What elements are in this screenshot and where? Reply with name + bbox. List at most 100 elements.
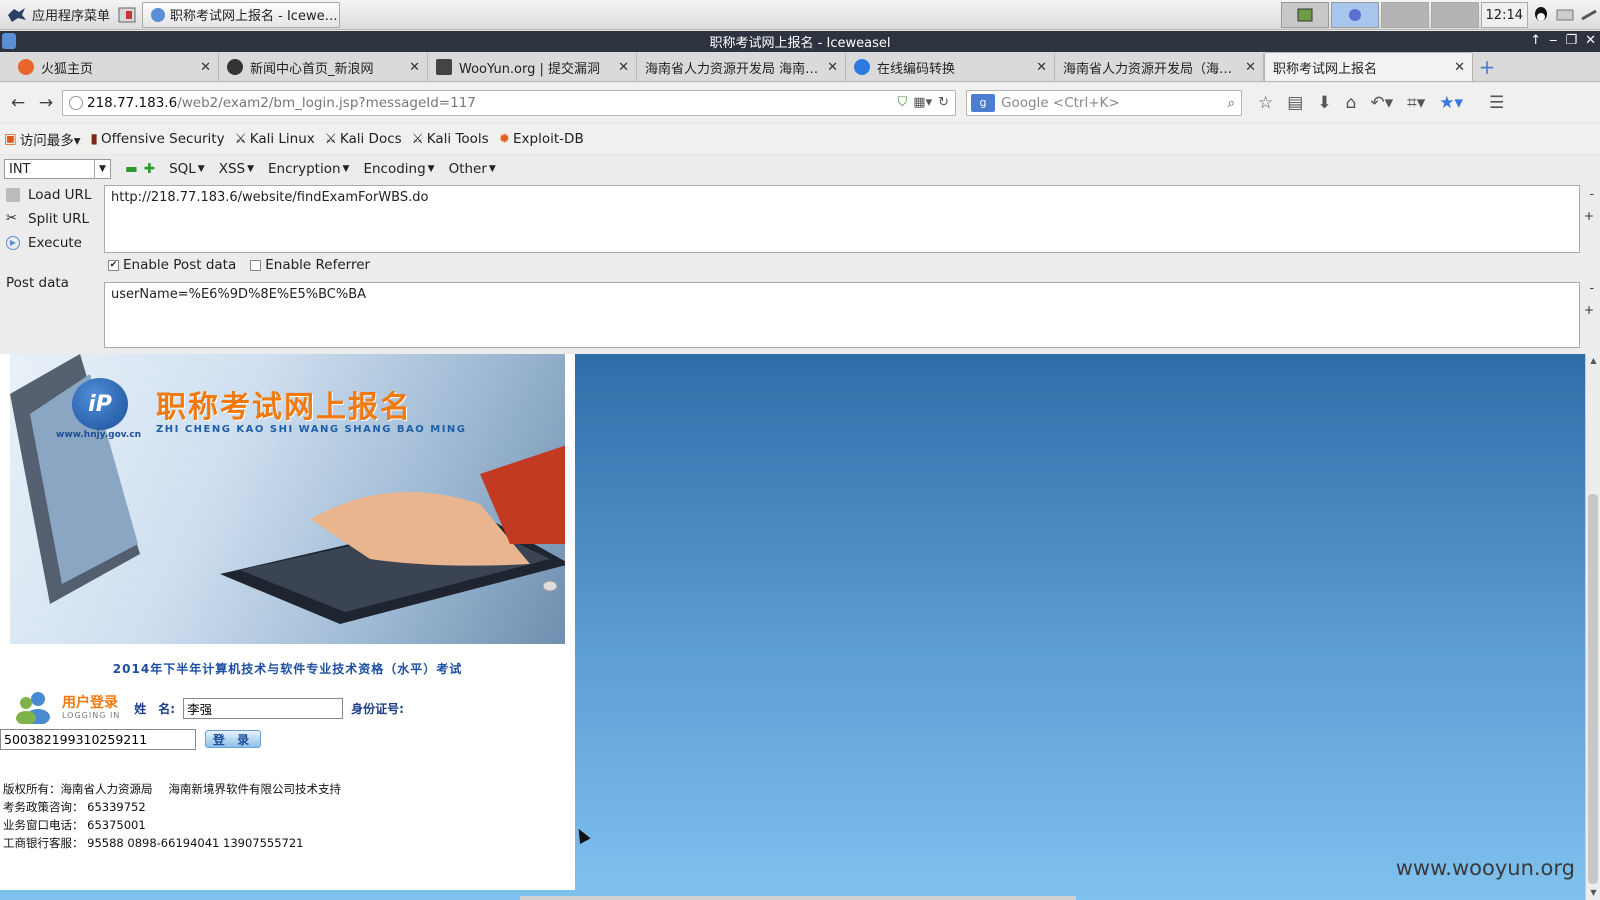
menu-xss[interactable]: XSS ▼ — [219, 161, 254, 177]
shield-icon[interactable]: ⛉ — [898, 95, 908, 110]
id-number-input[interactable]: 500382199310259211 — [0, 729, 196, 750]
vertical-scrollbar[interactable]: ▲ ▼ — [1585, 354, 1600, 900]
workspace-3[interactable] — [1380, 2, 1429, 28]
bookmark-kali-linux[interactable]: ⚔ Kali Linux — [235, 131, 315, 147]
network-icon[interactable] — [1578, 4, 1600, 26]
bookmarks-toolbar: ▣ 访问最多▾ ▮ Offensive Security ⚔ Kali Linu… — [0, 124, 1600, 154]
workspace-1[interactable] — [1280, 2, 1329, 28]
menu-other[interactable]: Other ▼ — [449, 161, 496, 177]
checkbox-checked-icon: ✔ — [108, 259, 119, 271]
offsec-icon: ▮ — [90, 131, 98, 147]
window-maximize-icon[interactable]: ❐ — [1565, 33, 1577, 48]
login-heading-cn: 用户登录 — [62, 695, 118, 712]
bookmark-kali-docs[interactable]: ⚔ Kali Docs — [325, 131, 402, 147]
reading-list-icon[interactable]: ▤ — [1287, 93, 1303, 113]
post-area-shrink[interactable]: - — [1590, 281, 1594, 295]
window-close-icon[interactable]: ✕ — [1585, 33, 1596, 48]
menu-encoding[interactable]: Encoding ▼ — [363, 161, 434, 177]
new-tab-plus-icon[interactable]: + — [1473, 53, 1501, 81]
taskbar-window-button[interactable]: 职称考试网上报名 - Icewe… — [142, 1, 341, 28]
search-input[interactable]: Google <Ctrl+K> — [1001, 95, 1120, 111]
site-identity-icon[interactable] — [69, 95, 83, 110]
firefox-icon — [18, 59, 34, 75]
tab-encoding-convert[interactable]: 在线编码转换 ✕ — [846, 53, 1055, 81]
login-button[interactable]: 登 录 — [205, 730, 261, 748]
workspace-2[interactable] — [1330, 2, 1379, 28]
users-icon — [14, 690, 54, 727]
undo-icon[interactable]: ↶▾ — [1370, 93, 1393, 113]
tab-firefox-home[interactable]: 火狐主页 ✕ — [10, 53, 219, 81]
reload-icon[interactable]: ↻ — [938, 95, 949, 110]
scrollbar-thumb[interactable] — [1588, 494, 1598, 884]
google-search-engine-icon[interactable]: g — [971, 93, 995, 112]
app-menu-icon — [6, 4, 28, 26]
bookmark-label: Kali Docs — [339, 131, 402, 147]
decrease-icon[interactable]: ▬ — [125, 161, 138, 177]
show-desktop-icon[interactable] — [116, 4, 138, 26]
search-bar[interactable]: g Google <Ctrl+K> ⌕ — [966, 89, 1242, 116]
tab-sina-news[interactable]: 新闻中心首页_新浪网 ✕ — [219, 53, 428, 81]
qr-code-icon[interactable]: ▦▾ — [913, 95, 932, 110]
url-path: /web2/exam2/bm_login.jsp?messageId=117 — [177, 94, 476, 111]
app-menu-button[interactable]: 应用程序菜单 — [0, 1, 116, 29]
url-bar[interactable]: 218.77.183.6/web2/exam2/bm_login.jsp?mes… — [62, 89, 956, 116]
execute-button[interactable]: ▶ Execute — [4, 231, 100, 255]
forward-arrow-icon[interactable]: → — [34, 90, 58, 116]
system-tray: 12:14 — [1280, 1, 1600, 29]
window-always-on-top-icon[interactable]: ↑ — [1530, 33, 1541, 48]
post-data-textarea[interactable]: userName=%E6%9D%8E%E5%BC%BA — [104, 282, 1580, 348]
tab-hainan-hr-2[interactable]: 海南省人力资源开发局（海… ✕ — [1055, 53, 1264, 81]
tab-close-icon[interactable]: ✕ — [200, 60, 211, 75]
tab-close-icon[interactable]: ✕ — [1454, 60, 1465, 75]
page-footer: 版权所有：海南省人力资源局 海南新境界软件有限公司技术支持 考务政策咨询： 653… — [3, 780, 341, 852]
hackbar-url-textarea[interactable]: http://218.77.183.6/website/findExamForW… — [104, 185, 1580, 253]
keyboard-icon[interactable] — [1554, 4, 1576, 26]
increase-icon[interactable]: ✚ — [144, 161, 155, 177]
post-area-grow[interactable]: + — [1584, 303, 1594, 317]
menu-label: Other — [448, 161, 487, 177]
magnifier-icon[interactable]: ⌕ — [1227, 95, 1235, 111]
bookmark-most-visited[interactable]: ▣ 访问最多▾ — [4, 129, 81, 149]
enable-referrer-checkbox[interactable]: Enable Referrer — [250, 257, 370, 273]
url-area-grow[interactable]: + — [1584, 209, 1594, 223]
menu-label: Encoding — [363, 161, 426, 177]
bookmark-star-icon[interactable]: ☆ — [1258, 93, 1273, 113]
horizontal-scrollbar[interactable] — [520, 896, 1076, 900]
split-url-button[interactable]: ✂ Split URL — [4, 207, 100, 231]
tab-close-icon[interactable]: ✕ — [827, 60, 838, 75]
scroll-up-icon[interactable]: ▲ — [1586, 354, 1600, 368]
window-minimize-icon[interactable]: ‒ — [1549, 33, 1557, 48]
name-input[interactable]: 李强 — [183, 698, 344, 719]
addon-star-icon[interactable]: ★▾ — [1439, 93, 1463, 113]
home-icon[interactable]: ⌂ — [1346, 93, 1357, 113]
hamburger-menu-icon[interactable]: ☰ — [1489, 93, 1504, 113]
download-icon[interactable]: ⬇ — [1317, 93, 1331, 113]
kali-dragon-icon: ⚔ — [324, 131, 337, 147]
url-area-shrink[interactable]: - — [1590, 187, 1594, 201]
hackbar-type-select[interactable]: INT ▼ — [4, 159, 111, 179]
menu-encryption[interactable]: Encryption ▼ — [268, 161, 349, 177]
tab-close-icon[interactable]: ✕ — [618, 60, 629, 75]
play-icon: ▶ — [6, 236, 20, 250]
tab-close-icon[interactable]: ✕ — [1036, 60, 1047, 75]
workspace-4[interactable] — [1430, 2, 1479, 28]
bookmark-kali-tools[interactable]: ⚔ Kali Tools — [412, 131, 489, 147]
qq-icon[interactable] — [1530, 4, 1552, 26]
enable-post-checkbox[interactable]: ✔ Enable Post data — [108, 257, 236, 273]
footer-policy-phone: 考务政策咨询： 65339752 — [3, 800, 146, 814]
menu-sql[interactable]: SQL ▼ — [169, 161, 205, 177]
scroll-down-icon[interactable]: ▼ — [1586, 886, 1600, 900]
tab-hainan-hr-1[interactable]: 海南省人力资源开发局 海南… ✕ — [637, 53, 846, 81]
tab-close-icon[interactable]: ✕ — [1245, 60, 1256, 75]
sina-eye-icon — [227, 59, 243, 75]
kali-dragon-icon: ⚔ — [411, 131, 424, 147]
bookmark-offensive-security[interactable]: ▮ Offensive Security — [91, 131, 225, 147]
crop-icon[interactable]: ⌗▾ — [1407, 93, 1425, 113]
clock[interactable]: 12:14 — [1480, 2, 1528, 28]
bookmark-exploit-db[interactable]: ✹ Exploit-DB — [499, 131, 584, 147]
tab-exam-signup[interactable]: 职称考试网上报名 ✕ — [1264, 52, 1473, 81]
tab-wooyun[interactable]: WooYun.org | 提交漏洞 ✕ — [428, 53, 637, 81]
tab-close-icon[interactable]: ✕ — [409, 60, 420, 75]
load-url-button[interactable]: Load URL — [4, 183, 100, 207]
back-arrow-icon[interactable]: ← — [6, 90, 30, 116]
